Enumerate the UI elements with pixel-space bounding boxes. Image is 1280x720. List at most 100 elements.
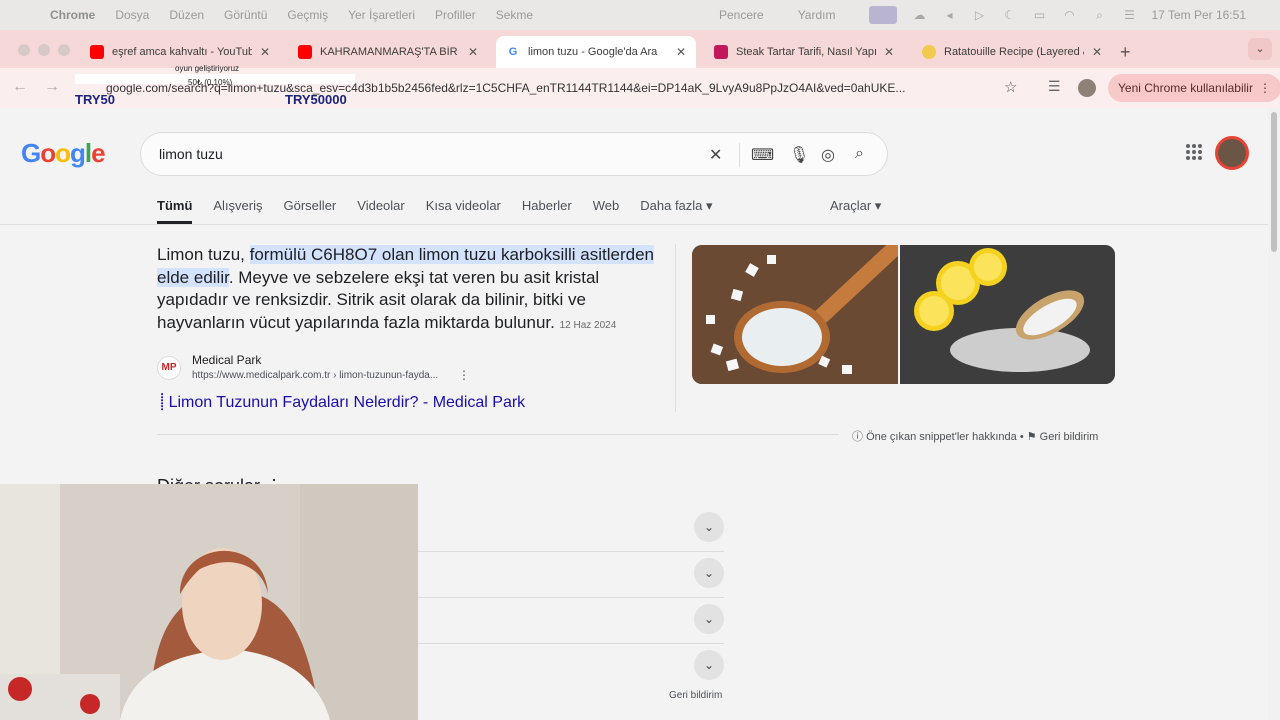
spotlight-search-icon[interactable]: ⌕ — [1091, 9, 1107, 21]
search-box[interactable]: limon tuzu ✕ ⌨ 🎙 ◎ ⌕ — [140, 132, 888, 176]
result-link[interactable]: ⸽ Limon Tuzunun Faydaları Nelerdir? - Me… — [160, 390, 525, 412]
profile-avatar[interactable] — [1078, 79, 1096, 97]
microphone-icon[interactable]: 🎙 — [789, 145, 809, 165]
chevron-down-icon[interactable]: ⌄ — [694, 650, 724, 680]
site-favicon-icon — [922, 45, 936, 59]
paa-question-row[interactable]: ⌄ — [418, 598, 724, 644]
paa-feedback-link[interactable]: Geri bildirim — [669, 690, 722, 701]
result-divider — [157, 434, 839, 435]
ticker-progress: 50₺ (0.10%) — [188, 78, 233, 87]
tab-short-videos[interactable]: Kısa videolar — [426, 198, 501, 224]
search-icon[interactable]: ⌕ — [855, 145, 864, 163]
menu-help[interactable]: Yardım — [798, 8, 836, 22]
chevron-down-icon[interactable]: ⌄ — [694, 604, 724, 634]
close-window-button[interactable] — [18, 44, 30, 56]
tab-images[interactable]: Görseller — [284, 198, 337, 224]
search-input[interactable]: limon tuzu — [159, 146, 223, 162]
scrollbar-thumb[interactable] — [1271, 112, 1277, 252]
keyboard-icon[interactable]: ⌨ — [751, 145, 774, 165]
page-scrollbar[interactable] — [1268, 108, 1280, 720]
more-vertical-icon: ⋮ — [1258, 81, 1271, 95]
back-arrow-icon[interactable]: ← — [12, 78, 28, 96]
tab-search-chevron-icon[interactable]: ⌄ — [1248, 38, 1272, 60]
clear-search-icon[interactable]: ✕ — [709, 145, 722, 165]
menu-profiles[interactable]: Profiller — [435, 8, 476, 22]
cloud-icon[interactable]: ☁ — [911, 9, 927, 21]
close-tab-icon[interactable]: ✕ — [676, 45, 686, 59]
apple-icon[interactable] — [20, 8, 34, 22]
play-icon[interactable]: ▷ — [971, 9, 987, 21]
paa-question-row[interactable]: ⌄ — [418, 644, 724, 690]
menu-window[interactable]: Pencere — [719, 8, 764, 22]
browser-tab-active[interactable]: G limon tuzu - Google'da Ara ✕ — [496, 36, 696, 68]
tab-title: KAHRAMANMARAŞ'TA BİR GÜN — [320, 46, 460, 58]
volume-icon[interactable]: ◂ — [941, 9, 957, 21]
tab-news[interactable]: Haberler — [522, 198, 572, 224]
google-apps-icon[interactable] — [1186, 144, 1202, 160]
lemon-salt-scoop-image[interactable] — [900, 245, 1115, 384]
tab-title: Steak Tartar Tarifi, Nasıl Yapılır — [736, 46, 876, 58]
chevron-down-icon[interactable]: ⌄ — [694, 558, 724, 588]
focus-moon-icon[interactable]: ☾ — [1001, 9, 1017, 21]
menu-app-chrome[interactable]: Chrome — [50, 8, 95, 22]
update-label: Yeni Chrome kullanılabilir — [1118, 81, 1253, 95]
close-tab-icon[interactable]: ✕ — [468, 45, 478, 59]
paa-question-row[interactable]: ⌄ — [418, 506, 724, 552]
battery-icon[interactable]: ▭ — [1031, 9, 1047, 21]
source-url[interactable]: https://www.medicalpark.com.tr › limon-t… — [192, 370, 438, 381]
menu-history[interactable]: Geçmiş — [287, 8, 328, 22]
source-name[interactable]: Medical Park — [192, 353, 261, 367]
about-snippets-link[interactable]: ⓘ Öne çıkan snippet'ler hakkında • ⚑ Ger… — [852, 428, 1098, 444]
search-divider — [739, 143, 740, 167]
tools-dropdown[interactable]: Araçlar ▾ — [830, 198, 881, 214]
minimize-window-button[interactable] — [38, 44, 50, 56]
close-tab-icon[interactable]: ✕ — [1092, 45, 1102, 59]
salt-crystals-spoon-image[interactable] — [692, 245, 898, 384]
chrome-update-button[interactable]: Yeni Chrome kullanılabilir ⋮ — [1108, 74, 1280, 102]
medical-park-logo: MP — [157, 356, 181, 380]
zoom-window-button[interactable] — [58, 44, 70, 56]
snippet-prefix: Limon tuzu, — [157, 245, 250, 264]
more-vertical-icon[interactable]: ⋮ — [458, 368, 470, 382]
chevron-down-icon[interactable]: ⌄ — [694, 512, 724, 542]
browser-tab[interactable]: Ratatouille Recipe (Layered & ✕ — [912, 36, 1112, 68]
webcam-overlay — [0, 484, 418, 720]
menu-view[interactable]: Görüntü — [224, 8, 267, 22]
menu-edit[interactable]: Düzen — [169, 8, 204, 22]
close-tab-icon[interactable]: ✕ — [260, 45, 270, 59]
menu-file[interactable]: Dosya — [115, 8, 149, 22]
snippet-date: 12 Haz 2024 — [559, 319, 617, 331]
about-snippets-label: Öne çıkan snippet'ler hakkında — [866, 431, 1017, 443]
header-divider — [0, 224, 1268, 225]
forward-arrow-icon[interactable]: → — [44, 78, 60, 96]
donation-ticker-overlay: oyun geliştiriyoruz 50₺ (0.10%) TRY50 TR… — [75, 62, 355, 108]
search-tabs: Tümü Alışveriş Görseller Videolar Kısa v… — [157, 198, 734, 224]
wifi-icon[interactable]: ◠ — [1061, 9, 1077, 21]
screen-mirror-icon[interactable] — [869, 6, 898, 24]
control-center-icon[interactable]: ☰ — [1121, 9, 1137, 21]
salt-spoon-illustration — [692, 245, 898, 384]
tab-shopping[interactable]: Alışveriş — [213, 198, 262, 224]
new-tab-plus-icon[interactable]: + — [1120, 42, 1131, 63]
clock[interactable]: 17 Tem Per 16:51 — [1151, 8, 1246, 22]
browser-tab[interactable]: Steak Tartar Tarifi, Nasıl Yapılır ✕ — [704, 36, 904, 68]
close-tab-icon[interactable]: ✕ — [884, 45, 894, 59]
tab-all[interactable]: Tümü — [157, 198, 193, 224]
help-circle-icon: ⓘ — [852, 431, 867, 443]
tab-videos[interactable]: Videolar — [357, 198, 404, 224]
feedback-flag-icon: ⚑ — [1026, 431, 1040, 443]
bullet-separator: • — [1019, 431, 1027, 443]
account-avatar[interactable] — [1215, 136, 1249, 170]
reading-list-icon[interactable]: ☰ — [1048, 78, 1061, 95]
camera-lens-icon[interactable]: ◎ — [821, 145, 835, 165]
tab-more[interactable]: Daha fazla ▾ — [640, 198, 712, 224]
paa-question-row[interactable]: ⌄ — [418, 552, 724, 598]
window-controls — [18, 44, 70, 56]
menu-bookmarks[interactable]: Yer İşaretleri — [348, 8, 415, 22]
ticker-right-amount: TRY50000 — [285, 92, 347, 107]
ticker-caption: oyun geliştiriyoruz — [175, 64, 240, 73]
menu-tab[interactable]: Sekme — [496, 8, 533, 22]
tab-web[interactable]: Web — [593, 198, 620, 224]
bookmark-star-icon[interactable]: ☆ — [1004, 78, 1017, 96]
google-logo[interactable]: Google — [21, 138, 106, 169]
